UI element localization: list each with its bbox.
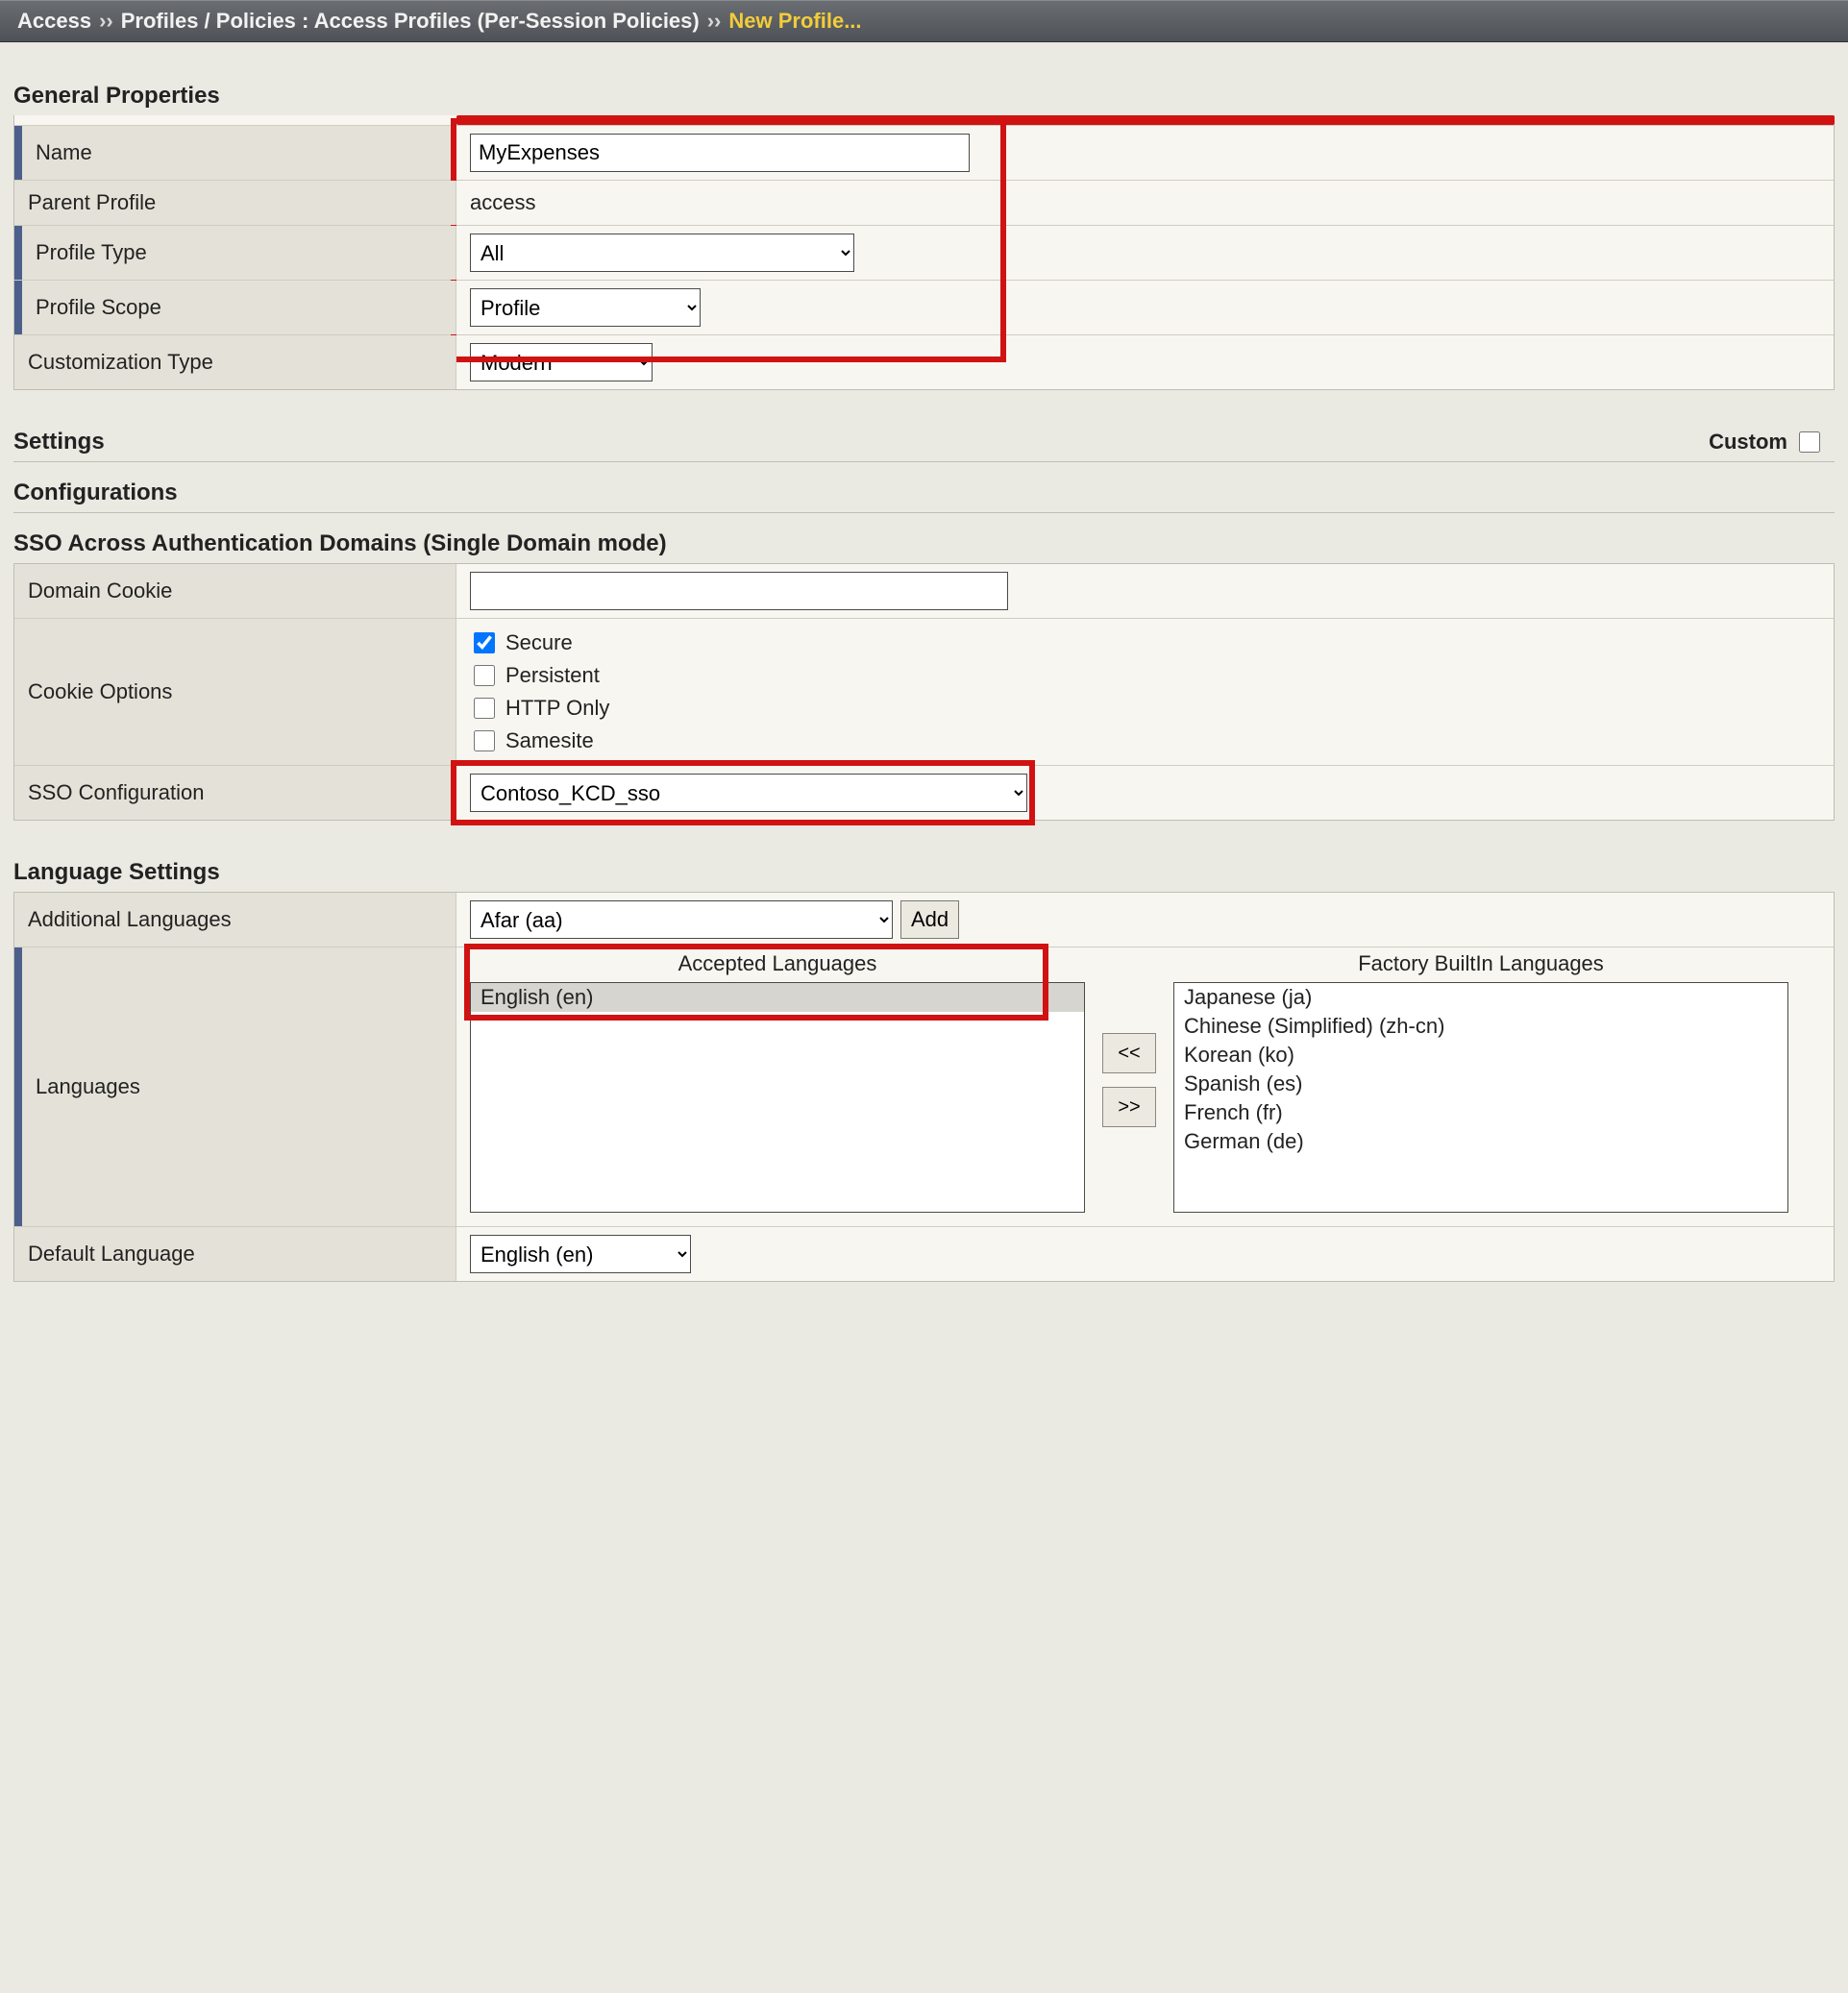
row-name: Name: [14, 125, 1834, 180]
label-domain-cookie: Domain Cookie: [28, 578, 172, 603]
row-domain-cookie: Domain Cookie: [14, 564, 1834, 618]
language-settings-table: Additional Languages Afar (aa) Add Langu…: [13, 893, 1835, 1282]
factory-language-option[interactable]: Japanese (ja): [1174, 983, 1787, 1012]
cookie-httponly-checkbox[interactable]: [474, 698, 495, 719]
cookie-samesite-label: Samesite: [505, 728, 594, 753]
section-title-sso-domains: SSO Across Authentication Domains (Singl…: [13, 513, 1835, 564]
cookie-httponly-row[interactable]: HTTP Only: [470, 692, 609, 725]
sso-configuration-select[interactable]: Contoso_KCD_sso: [470, 774, 1027, 812]
additional-languages-select[interactable]: Afar (aa): [470, 900, 893, 939]
row-languages: Languages Accepted Languages English (en…: [14, 947, 1834, 1226]
label-sso-configuration: SSO Configuration: [28, 780, 204, 805]
profile-scope-select[interactable]: Profile: [470, 288, 701, 327]
customization-type-select[interactable]: Modern: [470, 343, 653, 381]
breadcrumb-current: New Profile...: [728, 9, 861, 34]
row-default-language: Default Language English (en): [14, 1226, 1834, 1281]
factory-language-option[interactable]: French (fr): [1174, 1098, 1787, 1127]
cookie-samesite-row[interactable]: Samesite: [470, 725, 609, 757]
label-customization-type: Customization Type: [28, 350, 213, 375]
label-parent-profile: Parent Profile: [28, 190, 156, 215]
breadcrumb-path[interactable]: Profiles / Policies : Access Profiles (P…: [121, 9, 700, 34]
value-parent-profile: access: [470, 190, 535, 215]
accepted-language-option[interactable]: English (en): [471, 983, 1084, 1012]
breadcrumb-bar: Access ›› Profiles / Policies : Access P…: [0, 0, 1848, 42]
section-title-configurations: Configurations: [13, 462, 1835, 513]
breadcrumb-sep-icon: ››: [707, 9, 722, 34]
label-profile-type: Profile Type: [36, 240, 147, 265]
row-profile-scope: Profile Scope Profile: [14, 280, 1834, 334]
move-left-button[interactable]: <<: [1102, 1033, 1156, 1073]
factory-language-option[interactable]: Korean (ko): [1174, 1041, 1787, 1070]
cookie-persistent-row[interactable]: Persistent: [470, 659, 609, 692]
row-profile-type: Profile Type All: [14, 225, 1834, 280]
accepted-languages-header: Accepted Languages: [678, 947, 877, 982]
section-title-language-settings: Language Settings: [13, 821, 1835, 893]
add-language-button[interactable]: Add: [900, 900, 959, 939]
factory-language-option[interactable]: Chinese (Simplified) (zh-cn): [1174, 1012, 1787, 1041]
cookie-persistent-label: Persistent: [505, 663, 600, 688]
factory-language-option[interactable]: German (de): [1174, 1127, 1787, 1156]
cookie-httponly-label: HTTP Only: [505, 696, 609, 721]
default-language-select[interactable]: English (en): [470, 1235, 691, 1273]
cookie-secure-label: Secure: [505, 630, 573, 655]
general-properties-table: Name Parent Profile access Profile Type …: [13, 115, 1835, 390]
label-additional-languages: Additional Languages: [28, 907, 232, 932]
move-right-button[interactable]: >>: [1102, 1087, 1156, 1127]
factory-language-option[interactable]: Spanish (es): [1174, 1070, 1787, 1098]
name-input[interactable]: [470, 134, 970, 172]
section-title-general: General Properties: [13, 60, 1835, 116]
label-cookie-options: Cookie Options: [28, 679, 172, 704]
label-languages: Languages: [36, 1074, 140, 1099]
settings-heading: Settings: [13, 429, 105, 455]
profile-type-select[interactable]: All: [470, 234, 854, 272]
sso-domains-table: Domain Cookie Cookie Options Secure Pers…: [13, 564, 1835, 821]
cookie-secure-checkbox[interactable]: [474, 632, 495, 653]
row-parent-profile: Parent Profile access: [14, 180, 1834, 225]
section-title-settings: Settings Custom: [13, 390, 1835, 462]
label-name: Name: [36, 140, 92, 165]
custom-checkbox[interactable]: [1799, 431, 1820, 453]
row-cookie-options: Cookie Options Secure Persistent HTTP On…: [14, 618, 1834, 765]
breadcrumb-root[interactable]: Access: [17, 9, 91, 34]
custom-label: Custom: [1709, 430, 1787, 455]
label-default-language: Default Language: [28, 1242, 195, 1267]
cookie-samesite-checkbox[interactable]: [474, 730, 495, 751]
factory-languages-header: Factory BuiltIn Languages: [1358, 947, 1604, 982]
accepted-languages-listbox[interactable]: English (en): [470, 982, 1085, 1213]
accepted-languages-column: Accepted Languages English (en): [470, 947, 1085, 1213]
row-additional-languages: Additional Languages Afar (aa) Add: [14, 893, 1834, 947]
row-sso-configuration: SSO Configuration Contoso_KCD_sso: [14, 765, 1834, 820]
row-customization-type: Customization Type Modern: [14, 334, 1834, 389]
domain-cookie-input[interactable]: [470, 572, 1008, 610]
cookie-secure-row[interactable]: Secure: [470, 627, 609, 659]
breadcrumb-sep-icon: ››: [99, 9, 113, 34]
factory-languages-column: Factory BuiltIn Languages Japanese (ja)C…: [1173, 947, 1788, 1213]
factory-languages-listbox[interactable]: Japanese (ja)Chinese (Simplified) (zh-cn…: [1173, 982, 1788, 1213]
label-profile-scope: Profile Scope: [36, 295, 161, 320]
cookie-persistent-checkbox[interactable]: [474, 665, 495, 686]
